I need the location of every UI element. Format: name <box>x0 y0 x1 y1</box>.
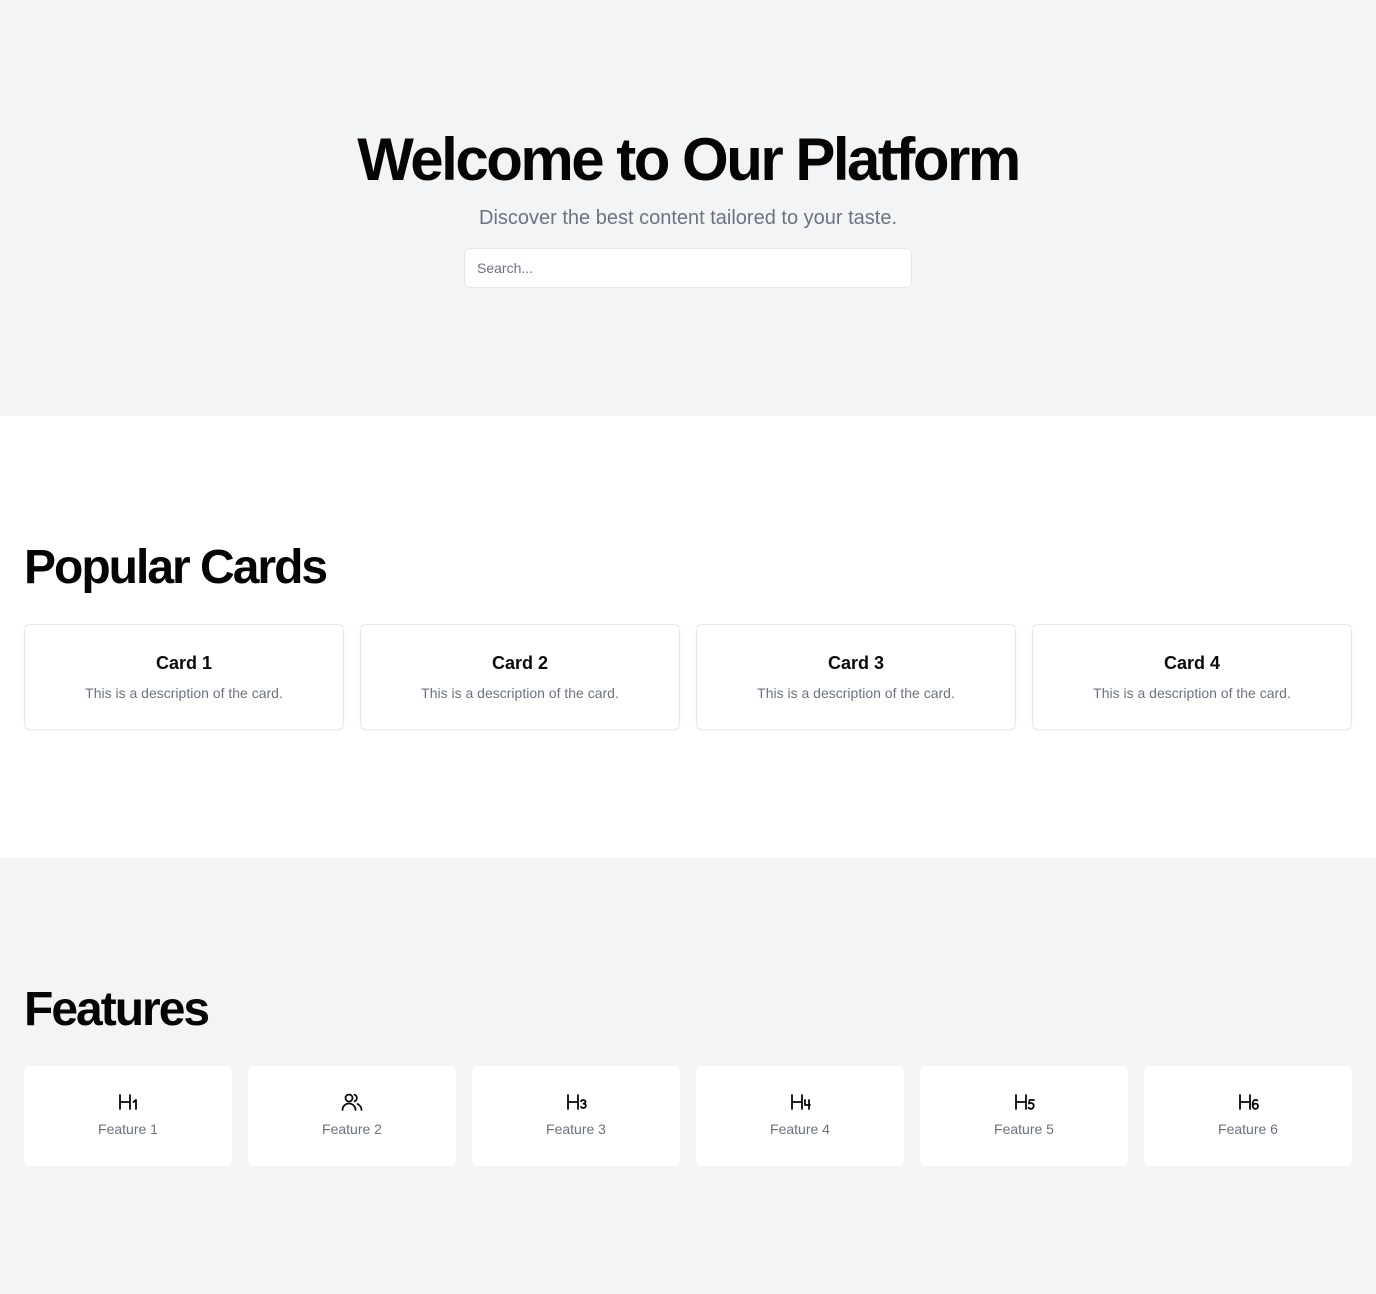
heading-5-icon <box>1012 1092 1036 1112</box>
card-description: This is a description of the card. <box>1093 685 1291 701</box>
feature-label: Feature 6 <box>1218 1121 1278 1137</box>
feature-label: Feature 1 <box>98 1121 158 1137</box>
hero-subtitle: Discover the best content tailored to yo… <box>479 207 897 229</box>
card-description: This is a description of the card. <box>421 685 619 701</box>
feature-item-1[interactable]: Feature 1 <box>24 1066 232 1166</box>
card-description: This is a description of the card. <box>85 685 283 701</box>
card-2[interactable]: Card 2 This is a description of the card… <box>360 624 680 730</box>
heading-6-icon <box>1236 1092 1260 1112</box>
feature-label: Feature 4 <box>770 1121 830 1137</box>
section-title-popular-cards: Popular Cards <box>24 541 328 594</box>
cards-grid: Card 1 This is a description of the card… <box>24 624 1352 730</box>
card-description: This is a description of the card. <box>757 685 955 701</box>
heading-4-icon <box>788 1092 812 1112</box>
feature-label: Feature 5 <box>994 1121 1054 1137</box>
feature-item-2[interactable]: Feature 2 <box>248 1066 456 1166</box>
hero-title: Welcome to Our Platform <box>357 126 1021 193</box>
feature-item-4[interactable]: Feature 4 <box>696 1066 904 1166</box>
features-grid: Feature 1 Feature 2 Feature 3 Feature 4 … <box>24 1066 1352 1166</box>
section-title-features: Features <box>24 983 210 1036</box>
card-title: Card 3 <box>827 653 885 673</box>
feature-item-5[interactable]: Feature 5 <box>920 1066 1128 1166</box>
users-icon <box>340 1092 364 1112</box>
card-title: Card 2 <box>491 653 549 673</box>
popular-cards-section: Popular Cards Card 1 This is a descripti… <box>0 416 1376 858</box>
hero-section: Welcome to Our Platform Discover the bes… <box>0 0 1376 416</box>
search-input[interactable] <box>464 248 912 288</box>
feature-label: Feature 3 <box>546 1121 606 1137</box>
feature-item-3[interactable]: Feature 3 <box>472 1066 680 1166</box>
card-4[interactable]: Card 4 This is a description of the card… <box>1032 624 1352 730</box>
card-title: Card 4 <box>1163 653 1221 673</box>
card-title: Card 1 <box>155 653 213 673</box>
card-3[interactable]: Card 3 This is a description of the card… <box>696 624 1016 730</box>
heading-1-icon <box>116 1092 140 1112</box>
heading-3-icon <box>564 1092 588 1112</box>
features-section: Features Feature 1 Feature 2 Feature 3 F… <box>0 858 1376 1294</box>
feature-label: Feature 2 <box>322 1121 382 1137</box>
feature-item-6[interactable]: Feature 6 <box>1144 1066 1352 1166</box>
card-1[interactable]: Card 1 This is a description of the card… <box>24 624 344 730</box>
